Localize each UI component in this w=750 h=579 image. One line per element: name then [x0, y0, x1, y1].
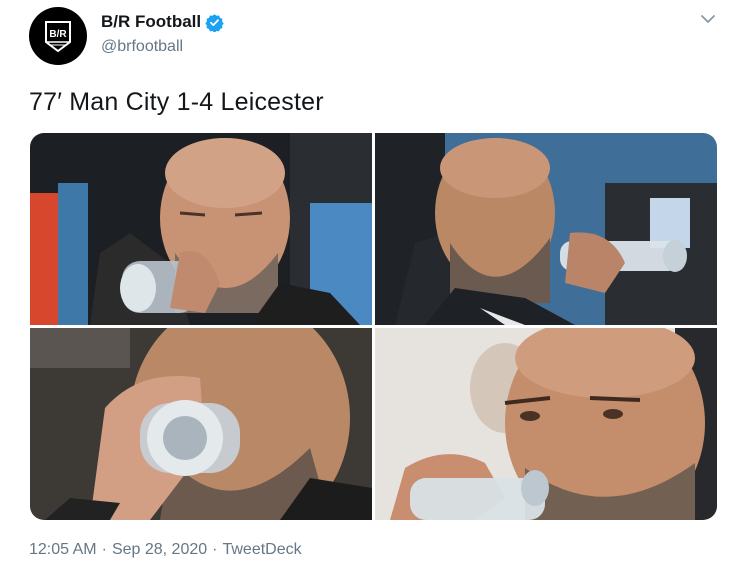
tweet-date[interactable]: Sep 28, 2020: [112, 541, 207, 559]
verified-badge-icon: [205, 13, 224, 32]
photo-4[interactable]: [375, 328, 717, 520]
avatar[interactable]: B/R: [29, 7, 87, 65]
meta-separator: ·: [101, 541, 107, 558]
meta-separator: ·: [212, 541, 218, 558]
tweet-card: B/R B/R Football @brfootball 77′ Man Cit…: [0, 0, 750, 579]
tweet-time[interactable]: 12:05 AM: [29, 541, 97, 559]
tweet-meta: 12:05 AM · Sep 28, 2020 · TweetDeck: [29, 541, 302, 559]
chevron-down-icon[interactable]: [700, 13, 716, 25]
logo-text: B/R: [49, 29, 67, 40]
br-logo-icon: B/R: [45, 21, 71, 53]
tweet-source[interactable]: TweetDeck: [222, 541, 301, 559]
photo-2[interactable]: [375, 133, 717, 325]
display-name[interactable]: B/R Football: [101, 12, 201, 32]
tweet-text: 77′ Man City 1-4 Leicester: [29, 88, 324, 116]
photo-3[interactable]: [30, 328, 372, 520]
name-row: B/R Football: [101, 12, 224, 32]
media-grid: [30, 133, 717, 520]
handle[interactable]: @brfootball: [101, 38, 183, 56]
photo-1[interactable]: [30, 133, 372, 325]
